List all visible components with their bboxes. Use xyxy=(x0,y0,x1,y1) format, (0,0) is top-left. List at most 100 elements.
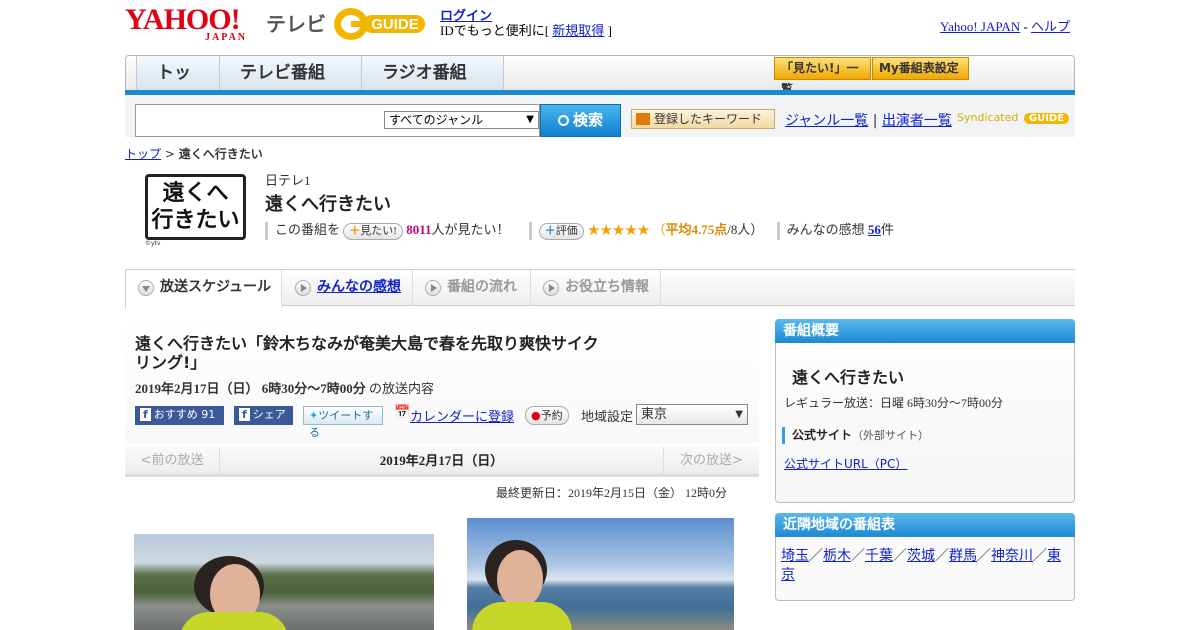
yahoo-logo[interactable]: YAHOO! xyxy=(125,5,241,35)
mitai-button-label: 見たい! xyxy=(360,224,397,237)
region-link-kanagawa[interactable]: 神奈川 xyxy=(991,548,1033,564)
external-site-note: （外部サイト） xyxy=(852,429,930,442)
recommend-count: 91 xyxy=(201,408,216,421)
bird-icon: ✦ xyxy=(309,409,319,422)
overview-panel xyxy=(775,319,1075,503)
episode-date-time: 2019年2月17日（日） 6時30分～7時00分 xyxy=(135,381,366,396)
record-icon: ● xyxy=(531,409,541,422)
performer-list-link[interactable]: 出演者一覧 xyxy=(882,113,952,129)
nav-tab-top[interactable]: トップ xyxy=(136,56,220,117)
tab-useful-info[interactable]: お役立ち情報 xyxy=(531,270,661,306)
search-icon xyxy=(557,115,569,126)
my-guide-settings-button[interactable]: My番組表設定 xyxy=(872,57,969,80)
tab-program-flow[interactable]: 番組の流れ xyxy=(413,270,531,306)
top-right-links: Yahoo! JAPAN - ヘルプ xyxy=(940,16,1070,35)
syndicated-gguide-logo: Syndicated GUIDE xyxy=(957,111,1070,124)
nav-tab-radio-guide[interactable]: ラジオ番組表 xyxy=(362,56,504,117)
previous-broadcast-link[interactable]: <前の放送 xyxy=(125,447,220,474)
region-link-gunma[interactable]: 群馬 xyxy=(949,548,977,564)
region-separator: ／ xyxy=(977,548,991,564)
genre-select[interactable]: すべてのジャンル ▼ xyxy=(384,111,539,129)
tweet-button[interactable]: ✦ツイートする xyxy=(303,406,383,439)
program-logo: 遠くへ 行きたい xyxy=(145,174,246,240)
region-separator: ／ xyxy=(809,548,823,564)
episode-date-suffix: の放送内容 xyxy=(369,381,435,396)
genre-list-link[interactable]: ジャンル一覧 xyxy=(785,113,868,129)
person-face xyxy=(497,550,543,608)
recommend-label: おすすめ xyxy=(153,408,198,421)
tab-reviews[interactable]: みんなの感想 xyxy=(283,270,413,306)
divider xyxy=(265,222,268,241)
region-link-ibaraki[interactable]: 茨城 xyxy=(907,548,935,564)
keyword-button[interactable]: 登録したキーワード xyxy=(631,109,775,129)
pager-date: 2019年2月17日（日） xyxy=(379,453,504,468)
breadcrumb: トップ > 遠くへ行きたい xyxy=(125,145,263,162)
nav-tab-tv-guide[interactable]: テレビ番組表 xyxy=(220,56,362,117)
search-links: ジャンル一覧 | 出演者一覧 xyxy=(785,110,952,130)
tab-schedule-label: 放送スケジュール xyxy=(160,279,272,295)
mitai-button[interactable]: ＋見たい! xyxy=(343,222,403,240)
share-label: シェア xyxy=(252,408,286,421)
reserve-button[interactable]: ●予約 xyxy=(525,406,569,425)
rating-open: （ xyxy=(652,222,666,237)
reviews-label: みんなの感想 xyxy=(786,222,865,237)
breadcrumb-separator: > xyxy=(164,147,175,161)
region-link-saitama[interactable]: 埼玉 xyxy=(781,548,809,564)
tab-reviews-label[interactable]: みんなの感想 xyxy=(317,279,401,295)
keyword-button-label: 登録したキーワード xyxy=(654,112,763,126)
region-separator: ／ xyxy=(935,548,949,564)
program-logo-line2: 行きたい xyxy=(151,208,240,233)
chevron-down-icon: ▼ xyxy=(735,409,743,420)
mitai-list-button[interactable]: 「見たい!」一覧 xyxy=(774,57,871,96)
search-links-separator: | xyxy=(872,113,878,129)
region-link-chiba[interactable]: 千葉 xyxy=(865,548,893,564)
yahoo-japan-logo: JAPAN xyxy=(205,32,248,43)
program-logo-line1: 遠くへ xyxy=(162,181,229,206)
facebook-recommend-button[interactable]: f おすすめ 91 xyxy=(135,406,224,425)
help-link[interactable]: ヘルプ xyxy=(1031,19,1070,34)
play-icon xyxy=(425,280,441,296)
program-logo-credit: ©ytv xyxy=(145,240,161,247)
tv-label[interactable]: テレビ xyxy=(266,8,326,37)
rating-stars: ★★★★★ xyxy=(587,223,650,240)
share-row: f おすすめ 91 f シェア ✦ツイートする 📅 カレンダーに登録 ●予約 地域設… xyxy=(135,404,755,439)
reserve-label: 予約 xyxy=(540,409,563,422)
region-separator: ／ xyxy=(851,548,865,564)
breadcrumb-current: 遠くへ行きたい xyxy=(178,147,263,161)
tab-schedule[interactable]: 放送スケジュール xyxy=(125,270,282,308)
plus-icon: ＋ xyxy=(349,224,361,237)
login-sub-prefix: IDでもっと便利に[ xyxy=(440,23,550,38)
program-tabs: 放送スケジュール みんなの感想 番組の流れ お役立ち情報 xyxy=(125,269,1075,308)
gguide-logo-text: GUIDE xyxy=(371,16,419,33)
official-site-heading: 公式サイト（外部サイト） xyxy=(782,427,929,444)
reviews-unit: 件 xyxy=(880,222,894,237)
calendar-icon: 📅 xyxy=(394,405,411,420)
region-select[interactable]: 東京 ▼ xyxy=(636,404,748,425)
facebook-share-button[interactable]: f シェア xyxy=(234,406,293,425)
next-broadcast-link[interactable]: 次の放送> xyxy=(663,447,759,474)
yahoo-japan-link[interactable]: Yahoo! JAPAN xyxy=(940,19,1020,34)
divider xyxy=(776,222,780,241)
episode-date: 2019年2月17日（日） 6時30分～7時00分 の放送内容 xyxy=(135,378,434,397)
official-site-link[interactable]: 公式サイトURL（PC） xyxy=(784,455,907,472)
region-link-tochigi[interactable]: 栃木 xyxy=(823,548,851,564)
nearby-regions-header: 近隣地域の番組表 xyxy=(775,513,1075,537)
reviews-count-link[interactable]: 56 xyxy=(868,222,881,237)
syndicated-label: Syndicated xyxy=(957,111,1019,124)
mitai-count: 8011 xyxy=(406,222,432,237)
rating-button[interactable]: ＋評価 xyxy=(538,222,584,240)
person-jacket xyxy=(179,612,289,630)
genre-select-value: すべてのジャンル xyxy=(389,113,484,127)
play-icon xyxy=(543,280,559,296)
breadcrumb-top-link[interactable]: トップ xyxy=(125,147,161,161)
calendar-link[interactable]: カレンダーに登録 xyxy=(410,406,514,425)
last-updated: 最終更新日：2019年2月15日（金） 12時0分 xyxy=(496,486,728,500)
signup-link[interactable]: 新規取得 xyxy=(552,23,604,38)
rating-average: 平均4.75点 xyxy=(665,222,728,237)
regular-broadcast: レギュラー放送：日曜 6時30分～7時00分 xyxy=(784,396,1004,410)
official-site-label: 公式サイト xyxy=(792,428,853,442)
search-button[interactable]: 検索 xyxy=(540,104,621,137)
nearby-regions-links: 埼玉／栃木／千葉／茨城／群馬／神奈川／東京 xyxy=(781,547,1069,585)
facebook-icon: f xyxy=(140,408,151,421)
arrow-down-icon xyxy=(636,113,650,125)
